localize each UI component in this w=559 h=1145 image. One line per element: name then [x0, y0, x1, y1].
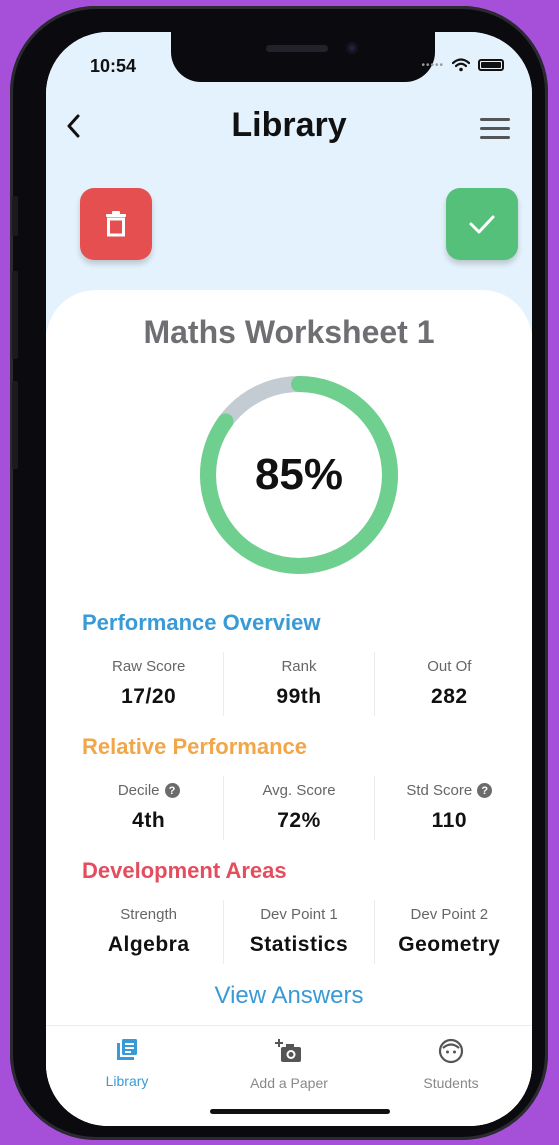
tab-add-paper-label: Add a Paper	[250, 1075, 328, 1091]
speaker-grille	[266, 45, 328, 52]
stat-decile: Decile ? 4th	[74, 776, 223, 840]
stat-label: Dev Point 1	[260, 906, 338, 923]
volume-down-button	[12, 381, 18, 469]
stat-value: 4th	[132, 809, 166, 832]
tab-library-label: Library	[105, 1073, 149, 1089]
stat-strength: Strength Algebra	[74, 900, 223, 964]
stat-label: Std Score	[406, 782, 473, 799]
phone-frame: 10:54 ••••• Library Maths Worksheet 1 85…	[10, 6, 548, 1140]
stat-label: Rank	[281, 658, 317, 675]
hamburger-menu-icon[interactable]	[480, 118, 510, 140]
stat-std-score: Std Score ? 110	[373, 776, 524, 840]
performance-overview-heading: Performance Overview	[82, 610, 321, 635]
front-camera	[346, 42, 358, 54]
home-indicator[interactable]	[210, 1109, 390, 1114]
tab-students[interactable]: Students	[370, 1026, 532, 1126]
add-camera-icon	[275, 1039, 301, 1062]
notch	[171, 32, 435, 82]
stat-value: 72%	[277, 809, 321, 832]
stat-dev-point-1: Dev Point 1 Statistics	[223, 900, 373, 964]
checkmark-icon	[469, 215, 495, 234]
development-stats-row: Strength Algebra Dev Point 1 Statistics …	[74, 900, 524, 964]
relative-stats-row: Decile ? 4th Avg. Score 72% Std Score ? …	[74, 776, 524, 840]
battery-icon	[478, 59, 504, 71]
stat-rank: Rank 99th	[223, 652, 373, 716]
view-answers-link[interactable]: View Answers	[46, 982, 532, 1010]
worksheet-title: Maths Worksheet 1	[143, 314, 435, 350]
wifi-icon	[452, 58, 470, 72]
stat-label: Strength	[120, 906, 178, 923]
stat-value: Statistics	[249, 933, 349, 956]
trash-icon	[106, 211, 126, 237]
delete-button[interactable]	[80, 188, 152, 260]
stat-raw-score: Raw Score 17/20	[74, 652, 223, 716]
stat-label: Out Of	[427, 658, 472, 675]
stat-value: 282	[431, 685, 468, 708]
volume-up-button	[12, 271, 18, 359]
tab-library[interactable]: Library	[46, 1026, 208, 1126]
performance-stats-row: Raw Score 17/20 Rank 99th Out Of 282	[74, 652, 524, 716]
stat-label: Decile	[117, 782, 160, 799]
mute-switch	[12, 196, 18, 236]
stat-value: Algebra	[107, 933, 190, 956]
help-icon[interactable]: ?	[164, 783, 180, 798]
screen: 10:54 ••••• Library Maths Worksheet 1 85…	[46, 32, 532, 1126]
development-areas-heading: Development Areas	[82, 858, 287, 883]
score-percent: 85%	[254, 450, 344, 499]
help-icon[interactable]: ?	[477, 783, 493, 798]
status-icons: •••••	[421, 58, 504, 72]
tab-students-label: Students	[423, 1075, 479, 1091]
stat-value: 99th	[276, 685, 322, 708]
stat-value: 110	[431, 809, 468, 832]
stat-out-of: Out Of 282	[373, 652, 524, 716]
stat-label: Dev Point 2	[410, 906, 489, 923]
stat-value: 17/20	[121, 685, 177, 708]
stat-value: Geometry	[398, 933, 501, 956]
page-title: Library	[231, 106, 347, 144]
stat-avg-score: Avg. Score 72%	[223, 776, 373, 840]
stat-label: Avg. Score	[262, 782, 336, 799]
relative-performance-heading: Relative Performance	[82, 734, 307, 759]
stat-dev-point-2: Dev Point 2 Geometry	[373, 900, 524, 964]
signal-dots-icon: •••••	[421, 59, 444, 71]
stat-label: Raw Score	[111, 658, 186, 675]
confirm-button[interactable]	[446, 188, 518, 260]
library-icon	[117, 1039, 137, 1060]
student-face-icon	[438, 1038, 464, 1064]
status-time: 10:54	[90, 56, 137, 76]
